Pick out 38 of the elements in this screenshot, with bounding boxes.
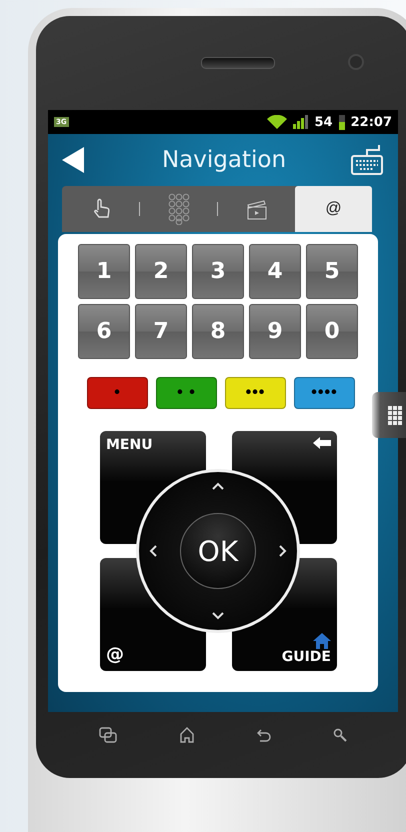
keyboard-button[interactable] [350, 143, 384, 177]
wifi-icon [266, 115, 287, 129]
guide-button[interactable]: GUIDE [282, 633, 331, 665]
color-key[interactable]: • [87, 377, 148, 409]
number-key[interactable]: 1 [78, 244, 130, 299]
number-key[interactable]: 3 [192, 244, 244, 299]
screen-title: Navigation [160, 147, 288, 173]
recent-apps-icon[interactable] [99, 727, 117, 743]
number-key[interactable]: 7 [135, 304, 187, 359]
color-key[interactable]: •••• [294, 377, 355, 409]
grid-icon [387, 405, 403, 425]
camera-lens [348, 54, 364, 70]
back-icon[interactable] [257, 728, 271, 742]
at-button[interactable]: @ [106, 644, 124, 665]
search-icon[interactable] [333, 728, 347, 742]
number-key[interactable]: 0 [306, 304, 358, 359]
number-key[interactable]: 2 [135, 244, 187, 299]
number-key[interactable]: 4 [249, 244, 301, 299]
keypad-icon [168, 193, 190, 225]
clock-time: 22:07 [350, 114, 392, 130]
number-key[interactable]: 9 [249, 304, 301, 359]
color-key[interactable]: ••• [225, 377, 286, 409]
back-button[interactable] [62, 147, 84, 173]
clapperboard-icon [246, 198, 268, 220]
home-icon[interactable] [179, 727, 195, 743]
color-key[interactable]: • • [156, 377, 217, 409]
left-arrow-icon [313, 437, 331, 449]
number-key[interactable]: 6 [78, 304, 130, 359]
back-arrow-button[interactable] [313, 437, 331, 449]
menu-button[interactable]: MENU [106, 437, 153, 453]
signal-icon [292, 115, 309, 129]
number-key[interactable]: 8 [192, 304, 244, 359]
side-keypad-tab[interactable] [372, 392, 406, 438]
tab[interactable]: @ [295, 186, 372, 232]
number-key[interactable]: 5 [306, 244, 358, 299]
battery-icon [338, 114, 345, 130]
battery-level: 54 [314, 114, 333, 130]
house-icon [313, 633, 331, 649]
